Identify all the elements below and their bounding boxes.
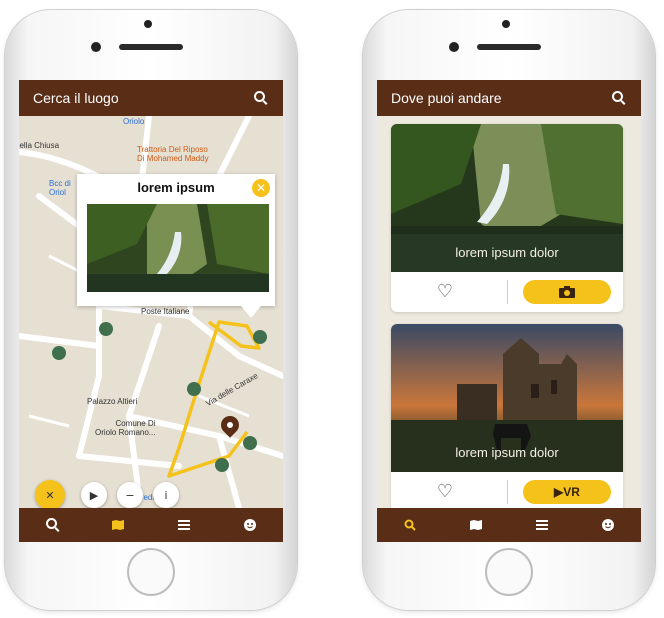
place-marker[interactable] <box>243 436 257 450</box>
card-caption: lorem ipsum dolor <box>455 245 559 260</box>
place-card[interactable]: lorem ipsum dolor ♡ ▶VR <box>391 324 623 508</box>
place-popup[interactable]: lorem ipsum ✕ <box>77 174 275 318</box>
search-icon[interactable] <box>399 514 421 536</box>
header-bar: Cerca il luogo <box>19 80 283 116</box>
card-image: lorem ipsum dolor <box>391 124 623 272</box>
speaker <box>477 44 541 50</box>
heart-icon[interactable]: ♡ <box>435 282 455 302</box>
heart-icon[interactable]: ♡ <box>435 482 455 502</box>
poi-bcc[interactable]: Bcc di Oriol <box>49 179 71 198</box>
vr-button[interactable]: ▶VR <box>523 480 611 504</box>
minus-button[interactable]: − <box>117 482 143 508</box>
close-route-button[interactable]: ✕ <box>35 480 65 510</box>
poi-comune[interactable]: Comune Di Oriolo Romano... <box>95 419 155 438</box>
bottom-nav <box>377 508 641 542</box>
list-icon[interactable] <box>173 514 195 536</box>
place-card[interactable]: lorem ipsum dolor ♡ <box>391 124 623 312</box>
bottom-nav <box>19 508 283 542</box>
poi-oriolo: Oriolo <box>123 117 145 126</box>
phone-left: Cerca il luogo Oriolo della Chiusa Tratt… <box>5 10 297 610</box>
header-bar: Dove puoi andare <box>377 80 641 116</box>
card-caption: lorem ipsum dolor <box>455 445 559 460</box>
place-marker[interactable] <box>52 346 66 360</box>
search-icon[interactable] <box>253 90 269 106</box>
screen-map: Cerca il luogo Oriolo della Chiusa Tratt… <box>19 80 283 542</box>
place-marker[interactable] <box>215 458 229 472</box>
home-button[interactable] <box>485 548 533 596</box>
camera <box>144 20 152 28</box>
popup-title: lorem ipsum <box>137 180 215 195</box>
info-button[interactable]: i <box>153 482 179 508</box>
smile-icon[interactable] <box>597 514 619 536</box>
search-icon[interactable] <box>611 90 627 106</box>
poi-trattoria[interactable]: Trattoria Del Riposo Di Mohamed Maddy <box>137 145 209 164</box>
speaker <box>119 44 183 50</box>
divider <box>507 280 508 304</box>
phone-right: Dove puoi andare lorem ipsum dolor ♡ lor… <box>363 10 655 610</box>
poi-palazzo[interactable]: Palazzo Altieri <box>87 397 137 407</box>
map-icon[interactable] <box>107 514 129 536</box>
map-view[interactable]: Oriolo della Chiusa Trattoria Del Riposo… <box>19 116 283 510</box>
places-feed[interactable]: lorem ipsum dolor ♡ lorem ipsum dolor ♡ … <box>377 116 641 508</box>
camera-icon <box>559 286 575 298</box>
card-actions: ♡ ▶VR <box>391 472 623 508</box>
page-title: Dove puoi andare <box>391 90 502 106</box>
camera <box>502 20 510 28</box>
list-icon[interactable] <box>531 514 553 536</box>
place-marker[interactable] <box>253 330 267 344</box>
search-icon[interactable] <box>41 514 63 536</box>
sensor <box>91 42 101 52</box>
close-icon[interactable]: ✕ <box>252 179 270 197</box>
poi-poste[interactable]: Poste Italiane <box>141 307 189 317</box>
divider <box>507 480 508 504</box>
sensor <box>449 42 459 52</box>
street-label: della Chiusa <box>19 141 60 150</box>
page-title: Cerca il luogo <box>33 90 119 106</box>
card-actions: ♡ <box>391 272 623 312</box>
photo-button[interactable] <box>523 280 611 304</box>
popup-image <box>87 204 269 292</box>
smile-icon[interactable] <box>239 514 261 536</box>
play-button[interactable]: ▶ <box>81 482 107 508</box>
card-image: lorem ipsum dolor <box>391 324 623 472</box>
place-marker[interactable] <box>99 322 113 336</box>
screen-feed: Dove puoi andare lorem ipsum dolor ♡ lor… <box>377 80 641 542</box>
home-button[interactable] <box>127 548 175 596</box>
map-icon[interactable] <box>465 514 487 536</box>
place-marker[interactable] <box>187 382 201 396</box>
